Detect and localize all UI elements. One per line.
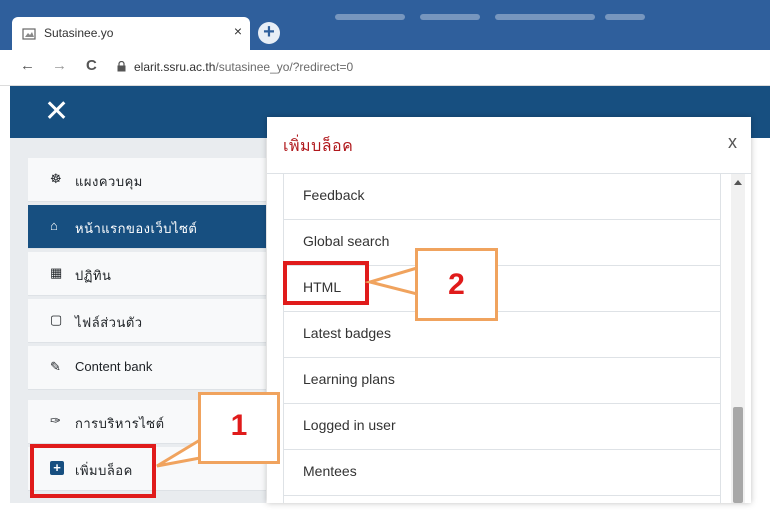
callout-step-1: 1: [198, 392, 280, 464]
callout-number: 2: [448, 268, 465, 301]
callout-pointers: [156, 265, 419, 468]
callout-number: 1: [230, 409, 248, 442]
callout-step-2: 2: [415, 248, 498, 321]
